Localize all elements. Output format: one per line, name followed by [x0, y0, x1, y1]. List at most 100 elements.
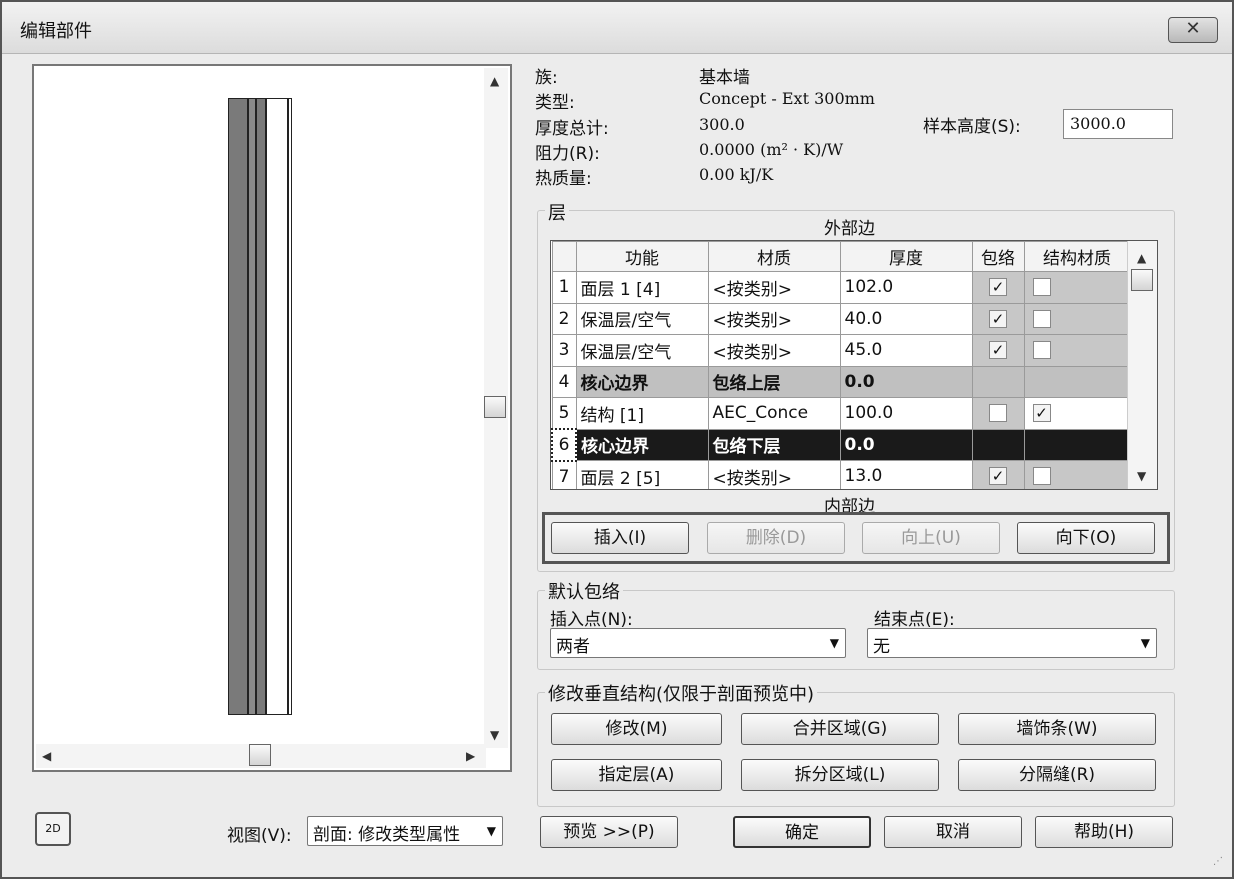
- table-row-core-boundary[interactable]: 4 核心边界 包络上层 0.0: [551, 365, 1131, 398]
- cell-function[interactable]: 保温层/空气: [575, 334, 709, 367]
- row-number[interactable]: 2: [551, 302, 577, 335]
- preview-vscroll-thumb[interactable]: [484, 396, 506, 418]
- scroll-right-icon[interactable]: ▶: [466, 749, 475, 763]
- cell-thickness[interactable]: 100.0: [839, 397, 973, 430]
- structural-checkbox[interactable]: [1032, 467, 1051, 486]
- chevron-down-icon: ▼: [1140, 636, 1150, 650]
- table-row[interactable]: 3 保温层/空气 <按类别> 45.0 ✓: [551, 334, 1131, 367]
- merge-regions-button[interactable]: 合并区域(G): [741, 713, 939, 745]
- structural-checkbox[interactable]: [1032, 309, 1051, 328]
- row-number[interactable]: 5: [551, 397, 577, 430]
- title-bar: 编辑部件 ✕: [2, 2, 1232, 54]
- close-button[interactable]: ✕: [1168, 17, 1218, 43]
- cell-function[interactable]: 核心边界: [575, 365, 709, 398]
- help-button[interactable]: 帮助(H): [1035, 816, 1173, 848]
- preview-horizontal-scrollbar[interactable]: ◀ ▶: [36, 744, 486, 768]
- layers-table[interactable]: 功能 材质 厚度 包络 结构材质 1 面层 1 [4] <按类别> 102.0 …: [550, 240, 1158, 490]
- preview-vertical-scrollbar[interactable]: ▲ ▼: [484, 68, 508, 748]
- table-scroll-up-icon[interactable]: ▲: [1137, 251, 1146, 265]
- wrap-checkbox[interactable]: ✓: [989, 278, 1007, 297]
- edit-assembly-dialog: 编辑部件 ✕ ▲ ▼ ◀ ▶ 族: 基本墙 类型: Concept - Ext …: [0, 0, 1234, 879]
- view-select[interactable]: 剖面: 修改类型属性 ▼: [307, 816, 503, 846]
- insert-point-label: 插入点(N):: [550, 610, 633, 630]
- table-row[interactable]: 1 面层 1 [4] <按类别> 102.0 ✓: [551, 271, 1131, 304]
- ok-button[interactable]: 确定: [733, 816, 871, 848]
- dialog-title: 编辑部件: [20, 21, 92, 42]
- sample-height-label: 样本高度(S):: [923, 117, 1021, 137]
- cell-material[interactable]: 包络上层: [707, 365, 841, 398]
- scroll-down-icon[interactable]: ▼: [490, 728, 499, 742]
- cell-thickness[interactable]: 45.0: [839, 334, 973, 367]
- cell-function[interactable]: 保温层/空气: [575, 302, 709, 335]
- split-region-button[interactable]: 拆分区域(L): [741, 759, 939, 791]
- scroll-up-icon[interactable]: ▲: [490, 74, 499, 88]
- preview-hscroll-thumb[interactable]: [249, 744, 271, 766]
- move-down-button[interactable]: 向下(O): [1017, 522, 1155, 554]
- modify-button[interactable]: 修改(M): [551, 713, 722, 745]
- chevron-down-icon: ▼: [829, 636, 839, 650]
- row-number[interactable]: 1: [551, 271, 577, 304]
- table-row-selected[interactable]: 6 核心边界 包络下层 0.0: [551, 428, 1131, 462]
- cell-thickness[interactable]: 0.0: [839, 428, 973, 461]
- cell-wrap: [971, 365, 1025, 398]
- column-header-material[interactable]: 材质: [707, 241, 841, 272]
- column-header-structural-material[interactable]: 结构材质: [1023, 241, 1131, 272]
- cell-material[interactable]: <按类别>: [707, 302, 841, 335]
- structural-checkbox[interactable]: [1032, 278, 1051, 297]
- preview-button[interactable]: 预览 >>(P): [540, 816, 678, 848]
- cell-material[interactable]: <按类别>: [707, 271, 841, 304]
- row-number[interactable]: 7: [551, 460, 577, 489]
- table-row[interactable]: 2 保温层/空气 <按类别> 40.0 ✓: [551, 302, 1131, 335]
- wrap-checkbox[interactable]: ✓: [989, 309, 1007, 328]
- cell-material[interactable]: <按类别>: [707, 460, 841, 489]
- structural-checkbox[interactable]: ✓: [1032, 404, 1051, 423]
- cell-function[interactable]: 核心边界: [575, 428, 709, 461]
- row-number[interactable]: 6: [551, 428, 577, 462]
- cell-material[interactable]: <按类别>: [707, 334, 841, 367]
- cancel-button[interactable]: 取消: [884, 816, 1022, 848]
- cell-structural: [1023, 365, 1131, 398]
- wall-layer-structure: [266, 98, 288, 715]
- column-header-wrap[interactable]: 包络: [971, 241, 1025, 272]
- resistance-label: 阻力(R):: [535, 144, 600, 164]
- column-header-function[interactable]: 功能: [575, 241, 709, 272]
- sample-height-input[interactable]: 3000.0: [1063, 109, 1173, 139]
- cell-material[interactable]: AEC_Conce: [707, 397, 841, 430]
- cell-material[interactable]: 包络下层: [707, 428, 841, 461]
- delete-button[interactable]: 删除(D): [707, 522, 845, 554]
- cell-thickness[interactable]: 40.0: [839, 302, 973, 335]
- view-2d-icon[interactable]: 2D: [35, 812, 71, 846]
- row-number[interactable]: 3: [551, 334, 577, 367]
- end-point-select[interactable]: 无 ▼: [867, 628, 1157, 658]
- assign-layers-button[interactable]: 指定层(A): [551, 759, 722, 791]
- resize-grip-icon[interactable]: ⋰: [1213, 856, 1223, 867]
- cell-thickness[interactable]: 13.0: [839, 460, 973, 489]
- cell-structural: ✓: [1023, 397, 1131, 430]
- cell-thickness[interactable]: 0.0: [839, 365, 973, 398]
- wrap-checkbox[interactable]: ✓: [989, 467, 1007, 486]
- table-scroll-down-icon[interactable]: ▼: [1137, 469, 1146, 483]
- row-number[interactable]: 4: [551, 365, 577, 398]
- structural-checkbox[interactable]: [1032, 341, 1051, 360]
- scroll-left-icon[interactable]: ◀: [42, 749, 51, 763]
- move-up-button[interactable]: 向上(U): [862, 522, 1000, 554]
- wrap-checkbox[interactable]: [989, 404, 1007, 423]
- table-row[interactable]: 7 面层 2 [5] <按类别> 13.0 ✓: [551, 460, 1131, 489]
- table-scroll-thumb[interactable]: [1131, 269, 1153, 291]
- sweeps-button[interactable]: 墙饰条(W): [958, 713, 1156, 745]
- vertical-structure-label: 修改垂直结构(仅限于剖面预览中): [545, 680, 818, 706]
- cell-function[interactable]: 面层 1 [4]: [575, 271, 709, 304]
- table-row[interactable]: 5 结构 [1] AEC_Conce 100.0 ✓: [551, 397, 1131, 430]
- insert-point-select[interactable]: 两者 ▼: [550, 628, 846, 658]
- insert-button[interactable]: 插入(I): [551, 522, 689, 554]
- wall-layer-finish-1: [228, 98, 248, 715]
- column-header-thickness[interactable]: 厚度: [839, 241, 973, 272]
- type-value: Concept - Ext 300mm: [699, 89, 875, 108]
- reveals-button[interactable]: 分隔缝(R): [958, 759, 1156, 791]
- cell-function[interactable]: 面层 2 [5]: [575, 460, 709, 489]
- wrap-checkbox[interactable]: ✓: [989, 341, 1007, 360]
- table-vertical-scrollbar[interactable]: ▲ ▼: [1127, 241, 1157, 489]
- section-preview[interactable]: ▲ ▼ ◀ ▶: [32, 64, 512, 772]
- cell-function[interactable]: 结构 [1]: [575, 397, 709, 430]
- cell-thickness[interactable]: 102.0: [839, 271, 973, 304]
